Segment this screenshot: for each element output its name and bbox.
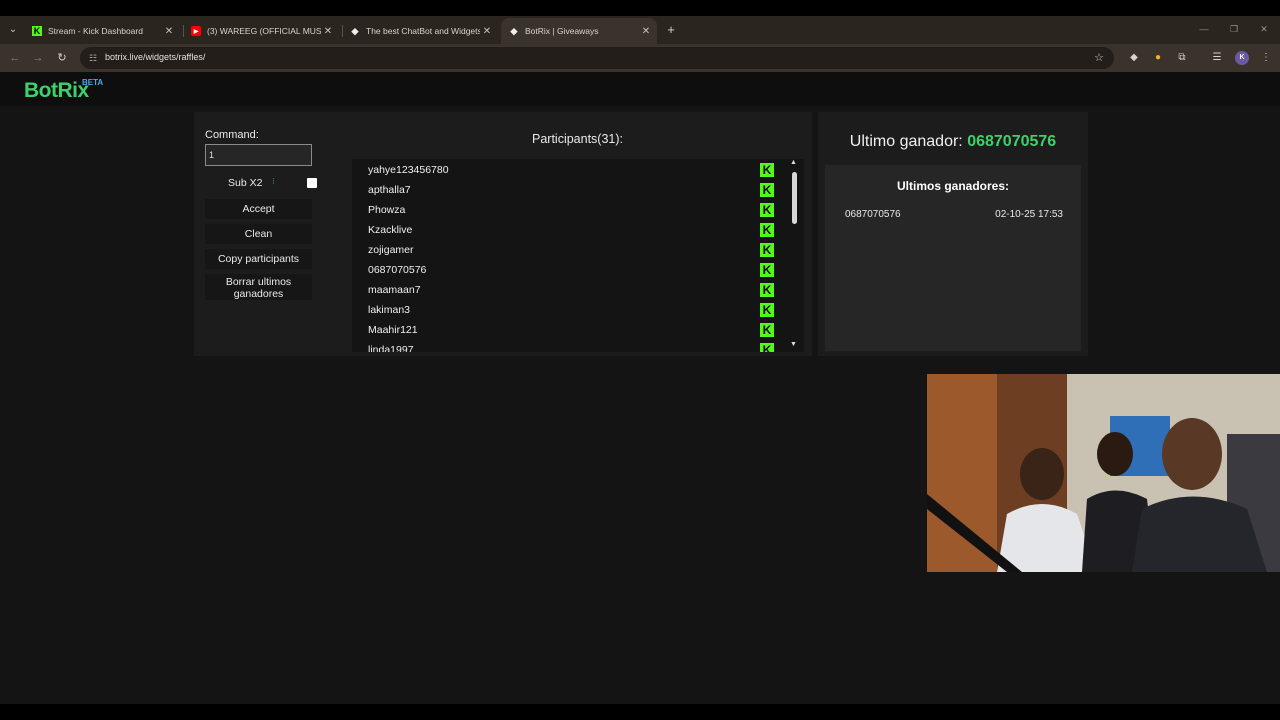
- participant-name: zojigamer: [368, 244, 414, 256]
- botrix-logo[interactable]: BotRix: [24, 79, 89, 103]
- webcam-feed-image: [927, 374, 1280, 572]
- winner-history-row: 0687070576 02-10-25 17:53: [845, 209, 1063, 223]
- list-item: 0687070576 K: [352, 260, 782, 280]
- accept-button[interactable]: Accept: [205, 199, 312, 219]
- participant-name: Phowza: [368, 204, 406, 216]
- close-icon[interactable]: ✕: [162, 26, 176, 37]
- reload-icon[interactable]: ↻: [53, 49, 71, 67]
- list-item: linda1997 K: [352, 340, 782, 352]
- participants-title: Participants(31):: [532, 132, 624, 146]
- botrix-icon: ◆: [510, 25, 518, 36]
- extension-badge-icon[interactable]: ●: [1151, 50, 1165, 66]
- list-item: Maahir121 K: [352, 320, 782, 340]
- tab-title: BotRix | Giveaways: [525, 26, 599, 36]
- kick-icon: K: [760, 163, 774, 177]
- winners-history-title: Ultimos ganadores:: [896, 179, 1010, 193]
- close-window-icon[interactable]: ✕: [1256, 20, 1272, 38]
- scrollbar-thumb[interactable]: [792, 172, 797, 224]
- extension-diamond-icon[interactable]: ◆: [1127, 50, 1141, 66]
- list-item: maamaan7 K: [352, 280, 782, 300]
- kick-icon: K: [760, 223, 774, 237]
- borrar-ultimos-ganadores-button[interactable]: Borrar ultimos ganadores: [205, 274, 312, 300]
- sub-x2-label: Sub X2: [228, 177, 263, 189]
- kick-icon: K: [32, 26, 42, 36]
- clean-button[interactable]: Clean: [205, 224, 312, 244]
- kick-icon: K: [760, 183, 774, 197]
- winner-history-date: 02-10-25 17:53: [995, 209, 1063, 220]
- forward-arrow-icon[interactable]: →: [29, 49, 47, 67]
- beta-badge: BETA: [82, 78, 104, 87]
- winner-panel: Ultimo ganador: 0687070576 Ultimos ganad…: [818, 112, 1088, 356]
- extensions-puzzle-icon[interactable]: ⧉: [1175, 50, 1189, 66]
- site-header: BotRix BETA: [0, 72, 1280, 106]
- kick-icon: K: [760, 323, 774, 337]
- site-info-icon[interactable]: ☷: [87, 52, 99, 64]
- tab-strip: ⌄ K Stream - Kick Dashboard ✕ ▶ (3) WARE…: [0, 16, 1280, 44]
- tab-title: Stream - Kick Dashboard: [48, 26, 143, 36]
- bookmark-star-icon[interactable]: ☆: [1094, 51, 1104, 64]
- list-item: Kzacklive K: [352, 220, 782, 240]
- kick-icon: K: [760, 343, 774, 352]
- tab-search-button[interactable]: ⌄: [5, 21, 21, 39]
- participant-name: apthalla7: [368, 184, 411, 196]
- profile-avatar[interactable]: K: [1235, 51, 1249, 65]
- scroll-down-arrow-icon[interactable]: ▼: [790, 341, 797, 348]
- list-item: yahye123456780 K: [352, 160, 782, 180]
- list-item: zojigamer K: [352, 240, 782, 260]
- list-item: Phowza K: [352, 200, 782, 220]
- media-queue-icon[interactable]: ☰: [1210, 50, 1224, 66]
- address-bar[interactable]: ☷ botrix.live/widgets/raffles/ ☆: [80, 47, 1114, 69]
- close-icon[interactable]: ✕: [639, 26, 653, 37]
- kick-icon: K: [760, 243, 774, 257]
- new-tab-button[interactable]: +: [664, 20, 678, 40]
- participant-name: Kzacklive: [368, 224, 413, 236]
- copy-participants-button[interactable]: Copy participants: [205, 249, 312, 269]
- youtube-icon: ▶: [191, 26, 201, 36]
- last-winner-name: 0687070576: [967, 133, 1057, 150]
- last-winner-label: Ultimo ganador:: [849, 133, 963, 150]
- tab-title: The best ChatBot and Widgets: [366, 26, 480, 36]
- winner-history-name: 0687070576: [845, 209, 901, 220]
- info-icon: ⁝: [272, 176, 275, 186]
- list-item: apthalla7 K: [352, 180, 782, 200]
- participant-name: lakiman3: [368, 304, 411, 316]
- command-input[interactable]: 1: [205, 144, 312, 166]
- kick-icon: K: [760, 263, 774, 277]
- tab-youtube-wareeg[interactable]: ▶ (3) WAREEG (OFFICIAL MUSIC V ✕: [183, 18, 339, 44]
- tab-botrix-giveaways[interactable]: ◆ BotRix | Giveaways ✕: [501, 18, 657, 44]
- list-item: lakiman3 K: [352, 300, 782, 320]
- participants-list[interactable]: yahye123456780 K apthalla7 K Phowza K Kz…: [352, 159, 804, 352]
- screen-bottom-bar: [0, 704, 1280, 720]
- participant-name: 0687070576: [368, 264, 427, 276]
- navigation-bar: ← → ↻ ☷ botrix.live/widgets/raffles/ ☆ ◆…: [0, 44, 1280, 72]
- tab-title: (3) WAREEG (OFFICIAL MUSIC V: [207, 26, 321, 36]
- url-text: botrix.live/widgets/raffles/: [105, 52, 206, 62]
- minimize-icon[interactable]: —: [1196, 20, 1212, 38]
- webcam-overlay: [927, 374, 1280, 572]
- participant-name: linda1997: [368, 344, 414, 352]
- sub-x2-checkbox[interactable]: [307, 178, 317, 188]
- kick-icon: K: [760, 283, 774, 297]
- close-icon[interactable]: ✕: [480, 26, 494, 37]
- page-content: BotRix BETA Command: 1 Sub X2 ⁝ Accept C…: [0, 72, 1280, 704]
- sub-x2-row: Sub X2 ⁝: [205, 175, 317, 191]
- last-winner-heading: Ultimo ganador: 0687070576: [818, 133, 1088, 151]
- scroll-up-arrow-icon[interactable]: ▲: [790, 159, 797, 166]
- kick-icon: K: [760, 203, 774, 217]
- back-arrow-icon[interactable]: ←: [6, 49, 24, 67]
- close-icon[interactable]: ✕: [321, 26, 335, 37]
- participant-name: maamaan7: [368, 284, 421, 296]
- tab-kick-dashboard[interactable]: K Stream - Kick Dashboard ✕: [24, 18, 180, 44]
- restore-icon[interactable]: ❐: [1226, 20, 1242, 38]
- command-label: Command:: [205, 129, 259, 141]
- winners-history-box: Ultimos ganadores: 0687070576 02-10-25 1…: [825, 165, 1081, 351]
- kick-icon: K: [760, 303, 774, 317]
- tab-botrix-home[interactable]: ◆ The best ChatBot and Widgets ✕: [342, 18, 498, 44]
- botrix-icon: ◆: [351, 25, 359, 36]
- screen-top-bar: [0, 0, 1280, 16]
- menu-kebab-icon[interactable]: ⋮: [1259, 50, 1273, 66]
- participant-name: yahye123456780: [368, 164, 449, 176]
- participant-name: Maahir121: [368, 324, 418, 336]
- raffle-panel: Command: 1 Sub X2 ⁝ Accept Clean Copy pa…: [194, 112, 812, 356]
